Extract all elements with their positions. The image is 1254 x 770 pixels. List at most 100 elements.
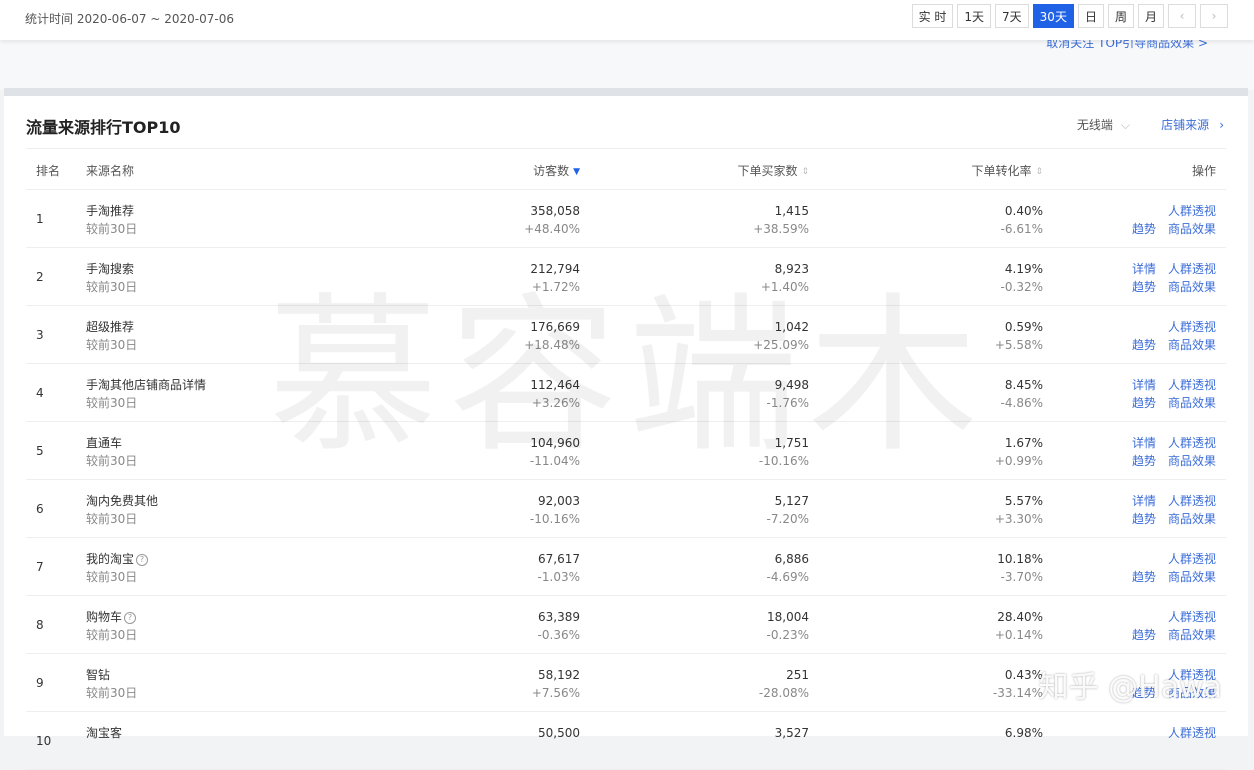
- rate-value: 6.98%: [1004, 726, 1043, 740]
- compare-label: 较前30日: [86, 686, 138, 700]
- detail-link[interactable]: 详情: [1132, 378, 1156, 392]
- range-week-button[interactable]: 周: [1107, 4, 1134, 28]
- product-effect-link[interactable]: 商品效果: [1168, 454, 1216, 468]
- rate-value: 0.43%: [1004, 668, 1043, 682]
- source-name[interactable]: 淘内免费其他: [86, 492, 158, 510]
- source-name[interactable]: 手淘其他店铺商品详情: [86, 376, 206, 394]
- chevron-left-icon: ‹: [1179, 9, 1185, 23]
- next-period-button[interactable]: ›: [1200, 4, 1228, 28]
- source-name[interactable]: 智钻: [86, 666, 110, 684]
- buyers-delta: -28.08%: [758, 686, 809, 700]
- op-links-top: 人群透视: [1156, 318, 1216, 335]
- visitors-delta: +18.48%: [524, 338, 580, 352]
- range-month-button[interactable]: 月: [1137, 4, 1164, 28]
- device-select[interactable]: 无线端 ⌵: [1077, 116, 1130, 133]
- crowd-link[interactable]: 人群透视: [1168, 494, 1216, 508]
- buyers-delta: -7.20%: [766, 512, 809, 526]
- header-buyers[interactable]: 下单买家数 ⇕: [737, 162, 809, 179]
- header-op: 操作: [1191, 164, 1216, 178]
- buyers-delta: +25.09%: [753, 338, 809, 352]
- crowd-link[interactable]: 人群透视: [1168, 378, 1216, 392]
- product-effect-link[interactable]: 商品效果: [1168, 570, 1216, 584]
- range-day-button[interactable]: 日: [1077, 4, 1104, 28]
- rate-delta: +3.30%: [994, 512, 1043, 526]
- product-effect-link[interactable]: 商品效果: [1168, 396, 1216, 410]
- source-name[interactable]: 直通车: [86, 434, 122, 452]
- header-rank: 排名: [36, 164, 61, 178]
- source-name[interactable]: 淘宝客: [86, 724, 122, 742]
- source-name[interactable]: 手淘搜索: [86, 260, 134, 278]
- buyers-value: 1,042: [774, 320, 809, 334]
- crowd-link[interactable]: 人群透视: [1168, 262, 1216, 276]
- source-name-text: 直通车: [86, 436, 123, 450]
- crowd-link[interactable]: 人群透视: [1168, 610, 1216, 624]
- table-row: 3 超级推荐 较前30日 176,669 +18.48% 1,042 +25.09% 0.59…: [26, 306, 1226, 364]
- visitors-delta: +1.72%: [531, 280, 580, 294]
- shop-source-link[interactable]: 店铺来源 ›: [1161, 116, 1224, 133]
- compare-label: 较前30日: [86, 570, 138, 584]
- prev-period-button[interactable]: ‹: [1168, 4, 1196, 28]
- help-icon[interactable]: ?: [136, 554, 149, 566]
- crowd-link[interactable]: 人群透视: [1168, 726, 1216, 740]
- source-name-text: 我的淘宝: [86, 552, 135, 566]
- op-links-top: 详情 人群透视: [1120, 260, 1216, 277]
- range-realtime-button[interactable]: 实 时: [911, 4, 954, 28]
- product-effect-link[interactable]: 商品效果: [1168, 628, 1216, 642]
- source-name-text: 手淘搜索: [86, 262, 135, 276]
- header-buyers-label: 下单买家数: [737, 164, 798, 178]
- product-effect-link[interactable]: 商品效果: [1168, 512, 1216, 526]
- table-row: 2 手淘搜索 较前30日 212,794 +1.72% 8,923 +1.40% 4.19% -…: [26, 248, 1226, 306]
- product-effect-link[interactable]: 商品效果: [1168, 222, 1216, 236]
- visitors-value: 112,464: [530, 378, 580, 392]
- crowd-link[interactable]: 人群透视: [1168, 204, 1216, 218]
- range-7day-button[interactable]: 7天: [995, 4, 1029, 28]
- rate-delta: -4.86%: [1000, 396, 1043, 410]
- detail-link[interactable]: 详情: [1132, 436, 1156, 450]
- detail-link[interactable]: 详情: [1132, 494, 1156, 508]
- crowd-link[interactable]: 人群透视: [1168, 552, 1216, 566]
- crowd-link[interactable]: 人群透视: [1168, 320, 1216, 334]
- trend-link[interactable]: 趋势: [1132, 512, 1156, 526]
- table-row: 10 淘宝客 50,500 3,527 6.98% 人群透视: [26, 712, 1226, 770]
- rate-delta: -33.14%: [992, 686, 1043, 700]
- visitors-value: 50,500: [538, 726, 580, 740]
- op-links-bottom: 趋势 商品效果: [1120, 626, 1216, 643]
- buyers-value: 251: [786, 668, 809, 682]
- crowd-link[interactable]: 人群透视: [1168, 436, 1216, 450]
- compare-label: 较前30日: [86, 396, 138, 410]
- header-visitors[interactable]: 访客数 ▼: [533, 162, 580, 179]
- rank-cell: 7: [36, 560, 44, 574]
- buyers-delta: -0.23%: [766, 628, 809, 642]
- op-links-bottom: 趋势 商品效果: [1120, 510, 1216, 527]
- header-visitors-label: 访客数: [533, 164, 570, 178]
- range-30day-button[interactable]: 30天: [1032, 4, 1074, 28]
- traffic-source-card: 流量来源排行TOP10 无线端 ⌵ 店铺来源 › 排名 来源名称 访客数 ▼ 下单买家…: [4, 96, 1248, 770]
- source-name[interactable]: 我的淘宝?: [86, 550, 149, 568]
- trend-link[interactable]: 趋势: [1132, 338, 1156, 352]
- trend-link[interactable]: 趋势: [1132, 222, 1156, 236]
- trend-link[interactable]: 趋势: [1132, 280, 1156, 294]
- buyers-delta: +38.59%: [753, 222, 809, 236]
- source-name[interactable]: 购物车?: [86, 608, 137, 626]
- op-links-bottom: 趋势 商品效果: [1120, 452, 1216, 469]
- op-links-top: 详情 人群透视: [1120, 376, 1216, 393]
- product-effect-link[interactable]: 商品效果: [1168, 338, 1216, 352]
- peek-link[interactable]: 取消关注 TOP引导商品效果 >: [1046, 40, 1208, 51]
- trend-link[interactable]: 趋势: [1132, 454, 1156, 468]
- rate-value: 8.45%: [1004, 378, 1043, 392]
- range-1day-button[interactable]: 1天: [957, 4, 992, 28]
- source-name[interactable]: 超级推荐: [86, 318, 134, 336]
- buyers-delta: -4.69%: [766, 570, 809, 584]
- trend-link[interactable]: 趋势: [1132, 628, 1156, 642]
- visitors-delta: -1.03%: [537, 570, 580, 584]
- visitors-delta: -0.36%: [537, 628, 580, 642]
- trend-link[interactable]: 趋势: [1132, 570, 1156, 584]
- header-rate[interactable]: 下单转化率 ⇕: [971, 162, 1043, 179]
- product-effect-link[interactable]: 商品效果: [1168, 280, 1216, 294]
- detail-link[interactable]: 详情: [1132, 262, 1156, 276]
- help-icon[interactable]: ?: [124, 612, 137, 624]
- source-name[interactable]: 手淘推荐: [86, 202, 134, 220]
- trend-link[interactable]: 趋势: [1132, 396, 1156, 410]
- visitors-delta: -11.04%: [529, 454, 580, 468]
- rank-cell: 6: [36, 502, 44, 516]
